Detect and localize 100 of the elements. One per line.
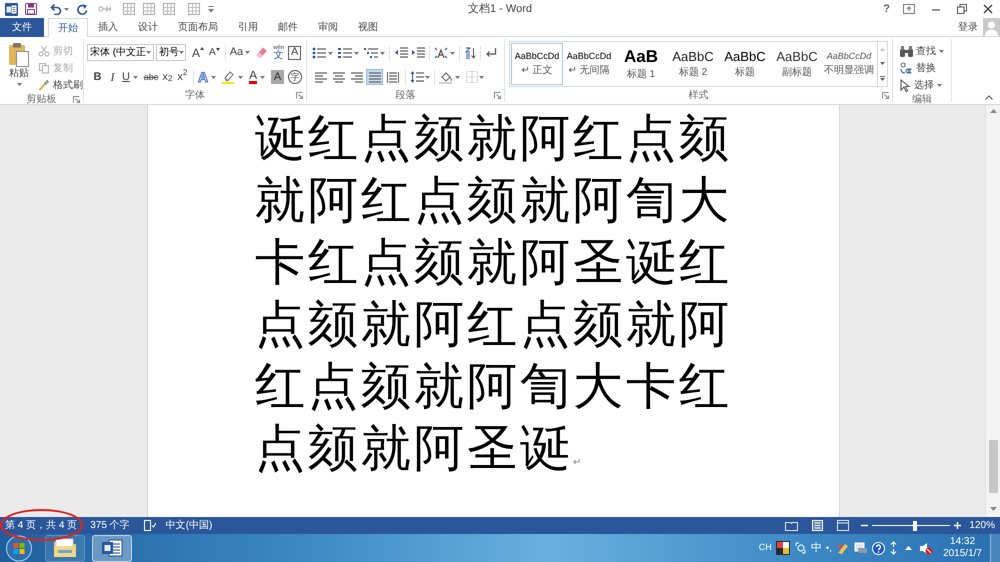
decrease-indent-icon[interactable]: [394, 47, 408, 59]
clock-date[interactable]: 2015/1/7: [943, 548, 982, 560]
scroll-up-arrow-icon[interactable]: [990, 109, 996, 113]
bullets-icon[interactable]: [312, 47, 326, 59]
shrink-font-button[interactable]: A: [208, 48, 221, 58]
eraser-icon[interactable]: [255, 46, 270, 59]
font-color-button[interactable]: A: [247, 69, 268, 85]
replace-button[interactable]: 替换: [900, 60, 951, 76]
customize-icon[interactable]: [208, 5, 214, 13]
sort-icon[interactable]: [464, 47, 476, 59]
ribbon-tab[interactable]: 设计: [128, 18, 168, 36]
scroll-down-arrow-icon[interactable]: [990, 507, 996, 511]
select-button[interactable]: 选择: [900, 77, 951, 93]
app-logo-icon[interactable]: [5, 2, 18, 16]
character-shading-button[interactable]: A: [271, 70, 284, 84]
ribbon-tab[interactable]: 开始: [48, 18, 88, 37]
redo-icon[interactable]: [76, 3, 88, 15]
pencil-icon[interactable]: [836, 542, 850, 554]
collapse-ribbon-icon[interactable]: [985, 95, 993, 100]
find-button[interactable]: 查找: [900, 43, 951, 59]
plus-icon[interactable]: [954, 522, 962, 529]
line-spacing-icon[interactable]: [410, 71, 424, 83]
ribbon-tab[interactable]: 邮件: [268, 18, 308, 36]
help-button[interactable]: ?: [883, 4, 890, 14]
ribbon-tab[interactable]: 引用: [228, 18, 268, 36]
paste-button[interactable]: 粘贴: [3, 42, 35, 93]
ribbon-tab[interactable]: 视图: [348, 18, 388, 36]
help-icon[interactable]: [872, 542, 886, 554]
save-icon[interactable]: [25, 3, 37, 15]
vertical-scrollbar[interactable]: [985, 105, 1000, 517]
return-arrow-icon[interactable]: [485, 47, 497, 59]
dialog-launcher-icon[interactable]: [882, 92, 889, 99]
book-icon[interactable]: [785, 520, 798, 530]
clock-time[interactable]: 14:32: [950, 536, 976, 548]
multilevel-list-icon[interactable]: [364, 47, 378, 59]
status-text[interactable]: 第 4 页，共 4 页: [5, 518, 78, 533]
ribbon-tab[interactable]: 插入: [88, 18, 128, 36]
style-gallery-item[interactable]: AaBbC 标题 2: [667, 43, 719, 85]
letter-arrows-icon[interactable]: [434, 47, 448, 59]
caret-down-icon[interactable]: [354, 52, 359, 54]
undo-icon[interactable]: [50, 3, 62, 15]
minus-icon[interactable]: [861, 522, 868, 529]
caret-down-icon[interactable]: [450, 52, 455, 54]
style-gallery-item[interactable]: AaBbCcDd ↵ 无间隔: [563, 43, 615, 85]
superscript-button[interactable]: x$^{2}$: [174, 69, 190, 85]
taskbar-button[interactable]: [92, 534, 132, 562]
language-indicator[interactable]: 中文(中国): [166, 518, 212, 533]
dialog-launcher-icon[interactable]: [296, 92, 303, 99]
ime-mode[interactable]: 中: [810, 540, 822, 556]
underline-button[interactable]: U: [120, 69, 140, 85]
format-painter-button[interactable]: 格式刷: [38, 77, 83, 93]
enclose-characters-button[interactable]: 字: [288, 70, 302, 84]
caret-down-icon[interactable]: [328, 52, 333, 54]
character-border-button[interactable]: A: [288, 46, 302, 60]
style-gallery-item[interactable]: AaBbCcDd 不明显强调: [823, 43, 875, 85]
dotted-grid-icon[interactable]: [466, 71, 478, 83]
caret-down-icon[interactable]: [64, 8, 69, 10]
dialog-launcher-icon[interactable]: [73, 96, 80, 103]
italic-button[interactable]: I: [105, 69, 120, 85]
style-gallery-item[interactable]: AaB 标题 1: [615, 43, 667, 85]
page-lines-icon[interactable]: [812, 520, 824, 531]
page-check-icon[interactable]: [144, 520, 156, 531]
arrow-box-icon[interactable]: [903, 4, 915, 14]
scrollbar-thumb[interactable]: [988, 440, 998, 493]
zoom-level[interactable]: 120%: [969, 518, 995, 533]
increase-indent-icon[interactable]: [411, 47, 425, 59]
caret-down-icon[interactable]: [380, 52, 385, 54]
sign-in-link[interactable]: 登录: [958, 20, 978, 34]
restore-icon[interactable]: [957, 4, 967, 14]
ribbon-tab[interactable]: 页面布局: [168, 18, 228, 36]
font-size-field[interactable]: 初号: [156, 44, 186, 61]
ribbon-tab[interactable]: 审阅: [308, 18, 348, 36]
ribbon-tab[interactable]: 文件: [0, 18, 44, 37]
dialog-launcher-icon[interactable]: [494, 92, 501, 99]
punctuation-mode[interactable]: •,: [826, 540, 832, 556]
more-styles-icon[interactable]: [880, 76, 885, 80]
scroll-down-icon[interactable]: [880, 62, 885, 64]
change-case-button[interactable]: Aa: [230, 47, 250, 58]
caret-up-icon[interactable]: [905, 546, 912, 550]
caret-down-icon[interactable]: [425, 76, 430, 78]
caret-down-icon[interactable]: [455, 76, 460, 78]
caret-down-icon[interactable]: [479, 76, 484, 78]
grow-font-button[interactable]: A: [191, 46, 206, 58]
strikethrough-button[interactable]: abc: [142, 69, 160, 85]
volume-muted-icon[interactable]: [919, 542, 934, 554]
target-icon[interactable]: [794, 541, 807, 555]
highlight-button[interactable]: [219, 69, 246, 85]
style-gallery-item[interactable]: AaBbCcDd ↵ 正文: [511, 43, 563, 85]
screens-icon[interactable]: [854, 542, 868, 554]
bold-button[interactable]: B: [90, 69, 105, 85]
status-text[interactable]: 375 个字: [90, 518, 130, 533]
align-distribute-button[interactable]: [384, 69, 401, 85]
font-name-field[interactable]: 宋体 (中文正: [87, 44, 154, 61]
subscript-button[interactable]: x$_{2}$: [160, 69, 175, 85]
start-button-icon[interactable]: [5, 534, 33, 562]
paint-bucket-icon[interactable]: [439, 70, 454, 84]
align-justify-button[interactable]: [366, 69, 383, 85]
style-gallery-item[interactable]: AaBbC 副标题: [771, 43, 823, 85]
numbering-icon[interactable]: [338, 47, 352, 59]
zoom-slider-thumb[interactable]: [913, 520, 918, 530]
